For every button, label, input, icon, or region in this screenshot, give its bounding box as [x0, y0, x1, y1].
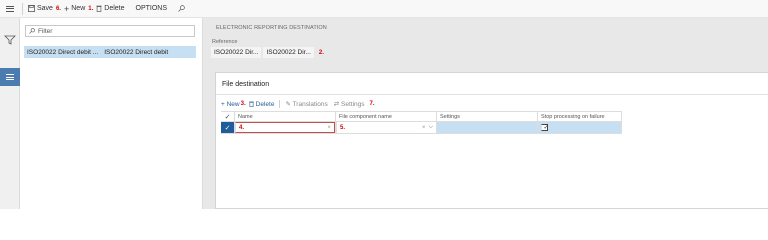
new-label: New: [71, 5, 86, 12]
checkmark-icon: ✓: [543, 124, 549, 131]
name-input[interactable]: 4. ×: [235, 122, 335, 133]
grid-header: ✓ Name File component name Settings Stop…: [221, 111, 622, 122]
search-icon: [29, 28, 35, 34]
settings-button[interactable]: ⇄ Settings: [334, 100, 365, 108]
page-title: ELECTRONIC REPORTING DESTINATION: [216, 25, 327, 31]
save-label: Save: [37, 5, 53, 12]
translations-button[interactable]: ✎ Translations: [285, 100, 327, 108]
file-component-dropdown[interactable]: 5. × ⌵: [336, 122, 436, 133]
clear-icon[interactable]: ×: [422, 125, 426, 131]
callout-marker-2: 2.: [318, 49, 324, 56]
filter-input[interactable]: Filter: [25, 25, 195, 37]
filter-placeholder: Filter: [38, 27, 53, 35]
trash-icon: [96, 5, 102, 12]
table-row[interactable]: ✓ 4. × 5. × ⌵ ✓: [221, 122, 622, 134]
settings-cell[interactable]: [436, 122, 537, 133]
file-destination-grid: ✓ Name File component name Settings Stop…: [221, 111, 622, 134]
plus-icon: +: [63, 3, 70, 14]
dropdown-controls: × ⌵: [422, 124, 433, 131]
reference-label: Reference: [212, 39, 238, 45]
translations-label: Translations: [292, 101, 328, 108]
reference-fields: ISO20022 Dir... ISO20022 Dir... 2.: [211, 47, 324, 58]
delete-button[interactable]: Delete: [93, 0, 127, 18]
new-label: New: [226, 100, 240, 108]
save-button[interactable]: Save: [25, 0, 56, 18]
name-cell[interactable]: 4. ×: [234, 122, 335, 133]
callout-marker-4: 4.: [239, 124, 245, 131]
delete-label: Delete: [104, 5, 125, 12]
column-header-settings[interactable]: Settings: [436, 112, 537, 121]
list-pane: Filter ISO20022 Direct debit ... ISO2002…: [20, 18, 203, 209]
list-item[interactable]: ISO20022 Direct debit ... ISO20022 Direc…: [24, 46, 196, 58]
column-header-file-component[interactable]: File component name: [335, 112, 436, 121]
options-button[interactable]: OPTIONS: [133, 0, 171, 18]
stop-processing-cell[interactable]: ✓: [537, 122, 622, 133]
left-rail: [0, 18, 20, 209]
clear-icon[interactable]: ×: [327, 125, 331, 131]
column-header-stop-processing[interactable]: Stop processing on failure: [537, 112, 622, 121]
file-destination-section: File destination + New 3. Delete ✎ Trans…: [215, 72, 768, 209]
file-component-cell[interactable]: 5. × ⌵: [335, 122, 436, 133]
reference-field-1[interactable]: ISO20022 Dir...: [211, 47, 262, 58]
divider: [216, 94, 768, 95]
list-item-name: ISO20022 Direct debit ...: [27, 48, 99, 56]
stop-processing-checkbox[interactable]: ✓: [541, 124, 549, 131]
callout-marker-7: 7.: [369, 101, 375, 107]
list-item-description: ISO20022 Direct debit: [104, 48, 169, 56]
reference-field-2[interactable]: ISO20022 Dir...: [263, 47, 314, 58]
settings-label: Settings: [341, 101, 365, 108]
options-label: OPTIONS: [135, 5, 168, 12]
callout-marker-5: 5.: [340, 124, 346, 131]
filter-icon[interactable]: [4, 35, 16, 45]
select-all-checkmark-icon[interactable]: ✓: [221, 112, 234, 121]
row-selected-checkmark-icon[interactable]: ✓: [221, 122, 234, 133]
save-icon: [28, 5, 35, 12]
section-title: File destination: [222, 81, 270, 88]
search-icon: [178, 5, 185, 12]
pencil-icon: ✎: [285, 101, 293, 108]
delete-button[interactable]: Delete: [248, 100, 275, 108]
delete-label: Delete: [255, 100, 275, 108]
action-pane: Save 6. + New 1. Delete OPTIONS: [0, 0, 768, 18]
new-button[interactable]: + New: [221, 101, 240, 108]
column-header-name[interactable]: Name: [234, 112, 335, 121]
navigation-menu-icon[interactable]: [0, 0, 20, 18]
settings-icon: ⇄: [333, 101, 342, 108]
list-view-icon[interactable]: [0, 68, 20, 86]
details-pane: ELECTRONIC REPORTING DESTINATION Referen…: [203, 18, 768, 209]
search-button[interactable]: [175, 0, 188, 18]
chevron-down-icon[interactable]: ⌵: [428, 124, 433, 131]
divider: [22, 2, 23, 15]
grid-toolbar: + New 3. Delete ✎ Translations ⇄ Setting…: [221, 100, 375, 108]
callout-marker-3: 3.: [240, 101, 246, 107]
trash-icon: [248, 101, 254, 107]
divider: [279, 100, 281, 108]
new-button[interactable]: + New: [61, 0, 88, 18]
